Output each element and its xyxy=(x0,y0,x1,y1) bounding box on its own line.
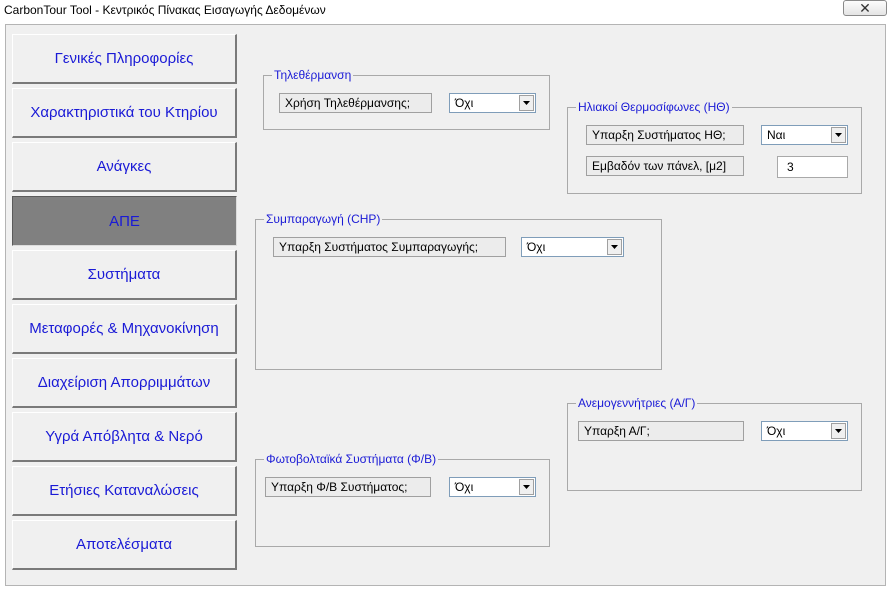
window-title: CarbonTour Tool - Κεντρικός Πίνακας Εισα… xyxy=(4,3,326,17)
wind-turbines-group-title: Ανεμογεννήτριες (Α/Γ) xyxy=(578,396,696,410)
nav-wastewater-water-button[interactable]: Υγρά Απόβλητα & Νερό xyxy=(12,412,237,462)
chp-group-title: Συμπαραγωγή (CHP) xyxy=(266,212,381,226)
chp-exists-select-value: Όχι xyxy=(527,240,546,254)
nav-general-info-button[interactable]: Γενικές Πληροφορίες xyxy=(12,34,237,84)
teleheating-label: Χρήση Τηλεθέρμανσης; xyxy=(279,93,432,113)
nav-label: Χαρακτηριστικά του Κτηρίου xyxy=(30,104,218,121)
solar-exists-label: Υπαρξη Συστήματος ΗΘ; xyxy=(586,125,744,145)
wind-exists-label: Υπαρξη Α/Γ; xyxy=(578,421,744,441)
nav-needs-button[interactable]: Ανάγκες xyxy=(12,142,237,192)
chevron-down-icon[interactable] xyxy=(519,95,534,111)
nav-label: Αποτελέσματα xyxy=(75,536,173,553)
nav-label: Διαχείριση Απορριμμάτων xyxy=(37,374,211,391)
pv-group-title: Φωτοβολταϊκά Συστήματα (Φ/Β) xyxy=(266,452,437,466)
chp-group: Συμπαραγωγή (CHP) xyxy=(255,212,662,370)
nav-label: Ετήσιες Καταναλώσεις xyxy=(49,482,199,499)
close-button[interactable]: ✕ xyxy=(843,0,887,16)
chevron-down-icon[interactable] xyxy=(831,127,846,143)
title-bar: CarbonTour Tool - Κεντρικός Πίνακας Εισα… xyxy=(0,0,891,22)
solar-area-label: Εμβαδόν των πάνελ, [μ2] xyxy=(586,156,744,176)
solar-exists-select-value: Ναι xyxy=(767,128,786,142)
nav-label: Μεταφορές & Μηχανοκίνηση xyxy=(29,320,219,337)
nav-transport-button[interactable]: Μεταφορές & Μηχανοκίνηση xyxy=(12,304,237,354)
pv-exists-select-value: Όχι xyxy=(455,480,474,494)
pv-exists-label: Υπαρξη Φ/Β Συστήματος; xyxy=(265,477,431,497)
teleheating-select-value: Όχι xyxy=(455,96,474,110)
nav-label: Υγρά Απόβλητα & Νερό xyxy=(45,428,203,445)
nav-label: ΑΠΕ xyxy=(109,212,140,230)
nav-renewables-button[interactable]: ΑΠΕ xyxy=(12,196,237,246)
teleheating-group-title: Τηλεθέρμανση xyxy=(274,68,352,82)
chevron-down-icon[interactable] xyxy=(519,479,534,495)
nav-results-button[interactable]: Αποτελέσματα xyxy=(12,520,237,570)
main-form: Γενικές Πληροφορίες Χαρακτηριστικά του Κ… xyxy=(5,24,886,586)
teleheating-select[interactable]: Όχι xyxy=(449,93,536,113)
chp-exists-label: Υπαρξη Συστήματος Συμπαραγωγής; xyxy=(273,237,506,257)
chevron-down-icon[interactable] xyxy=(831,423,846,439)
close-icon: ✕ xyxy=(859,0,871,16)
nav-label: Γενικές Πληροφορίες xyxy=(54,50,194,67)
chp-exists-select[interactable]: Όχι xyxy=(521,237,624,257)
wind-exists-select-value: Όχι xyxy=(767,424,786,438)
nav-waste-management-button[interactable]: Διαχείριση Απορριμμάτων xyxy=(12,358,237,408)
nav-label: Ανάγκες xyxy=(96,158,152,175)
wind-exists-select[interactable]: Όχι xyxy=(761,421,848,441)
pv-exists-select[interactable]: Όχι xyxy=(449,477,536,497)
solar-exists-select[interactable]: Ναι xyxy=(761,125,848,145)
chevron-down-icon[interactable] xyxy=(607,239,622,255)
nav-building-characteristics-button[interactable]: Χαρακτηριστικά του Κτηρίου xyxy=(12,88,237,138)
wind-turbines-group: Ανεμογεννήτριες (Α/Γ) xyxy=(567,396,862,491)
pv-group: Φωτοβολταϊκά Συστήματα (Φ/Β) xyxy=(255,452,550,547)
solar-heaters-group: Ηλιακοί Θερμοσίφωνες (ΗΘ) xyxy=(567,100,862,194)
nav-label: Συστήματα xyxy=(87,266,161,283)
solar-area-input[interactable]: 3 xyxy=(777,156,848,178)
nav-systems-button[interactable]: Συστήματα xyxy=(12,250,237,300)
solar-heaters-group-title: Ηλιακοί Θερμοσίφωνες (ΗΘ) xyxy=(578,100,730,114)
nav-annual-consumption-button[interactable]: Ετήσιες Καταναλώσεις xyxy=(12,466,237,516)
